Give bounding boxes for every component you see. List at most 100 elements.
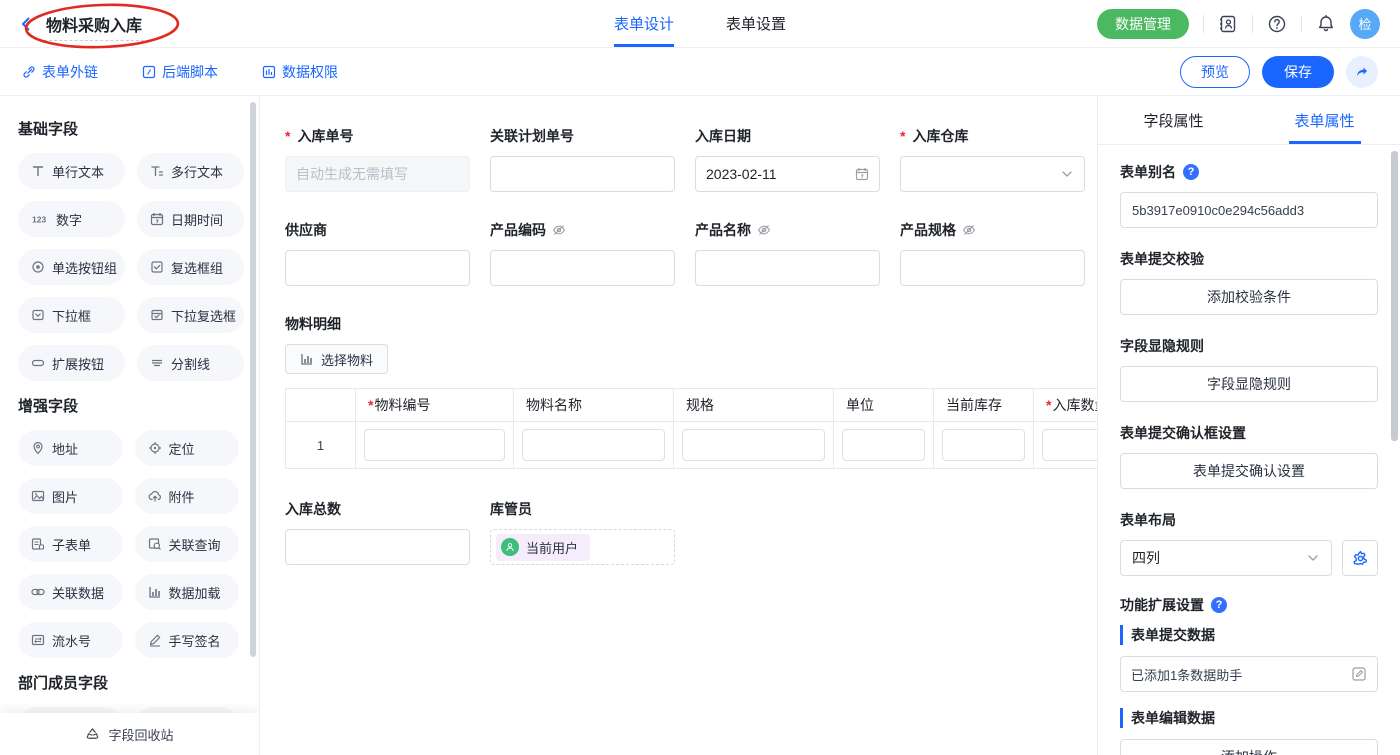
field-pill-signature[interactable]: 手写签名 bbox=[135, 622, 240, 658]
inbound-total-input[interactable] bbox=[285, 529, 470, 565]
unit-cell-input[interactable] bbox=[842, 429, 925, 461]
field-pill-linked-data[interactable]: 关联数据 bbox=[18, 574, 123, 610]
eye-off-icon bbox=[962, 223, 976, 237]
code-icon bbox=[142, 65, 156, 79]
field-pill-divider[interactable]: 分割线 bbox=[137, 345, 244, 381]
inbound-no-input[interactable]: 自动生成无需填写 bbox=[285, 156, 470, 192]
serial-number-icon bbox=[31, 633, 45, 647]
material-name-cell-input[interactable] bbox=[522, 429, 665, 461]
save-button[interactable]: 保存 bbox=[1262, 56, 1334, 88]
share-icon bbox=[1354, 64, 1370, 80]
field-inbound-total[interactable]: 入库总数 bbox=[285, 499, 470, 565]
select-material-button[interactable]: 选择物料 bbox=[285, 344, 388, 374]
inbound-warehouse-select[interactable] bbox=[900, 156, 1085, 192]
field-pill-image[interactable]: 图片 bbox=[18, 478, 123, 514]
panel-scrollbar[interactable] bbox=[1391, 151, 1398, 441]
required-asterisk: * bbox=[900, 128, 905, 144]
tab-field-properties[interactable]: 字段属性 bbox=[1098, 96, 1249, 144]
field-pill-address[interactable]: 地址 bbox=[18, 430, 123, 466]
top-header: 物料采购入库 表单设计 表单设置 数据管理 检 bbox=[0, 0, 1400, 48]
submit-confirm-label: 表单提交确认框设置 bbox=[1120, 423, 1378, 443]
divider bbox=[1252, 15, 1253, 33]
signature-icon bbox=[148, 633, 162, 647]
avatar[interactable]: 检 bbox=[1350, 9, 1380, 39]
field-pill-select[interactable]: 下拉框 bbox=[18, 297, 125, 333]
current-user-tag[interactable]: 当前用户 bbox=[496, 534, 590, 561]
product-spec-input[interactable] bbox=[900, 250, 1085, 286]
field-pill-checkbox-group[interactable]: 复选框组 bbox=[137, 249, 244, 285]
edit-icon[interactable] bbox=[1351, 666, 1367, 682]
backend-script-link[interactable]: 后端脚本 bbox=[142, 62, 218, 82]
panel-body: 表单别名 ? 5b3917e0910c0e294c56add3 表单提交校验 添… bbox=[1098, 145, 1400, 755]
eye-off-icon bbox=[552, 223, 566, 237]
back-button[interactable] bbox=[18, 16, 34, 32]
add-validation-button[interactable]: 添加校验条件 bbox=[1120, 279, 1378, 315]
field-product-spec[interactable]: 产品规格 bbox=[900, 220, 1085, 286]
data-permission-link[interactable]: 数据权限 bbox=[262, 62, 338, 82]
bell-icon[interactable] bbox=[1316, 14, 1336, 34]
warehouse-keeper-box[interactable]: 当前用户 bbox=[490, 529, 675, 565]
field-pill-single-line-text[interactable]: 单行文本 bbox=[18, 153, 125, 189]
tab-form-properties[interactable]: 表单属性 bbox=[1249, 96, 1400, 144]
layout-settings-button[interactable] bbox=[1342, 540, 1378, 576]
field-inbound-date[interactable]: 入库日期 2023-02-11 bbox=[695, 126, 880, 192]
field-pill-serial-number[interactable]: 流水号 bbox=[18, 622, 123, 658]
field-pill-multi-select[interactable]: 下拉复选框 bbox=[137, 297, 244, 333]
share-button[interactable] bbox=[1346, 56, 1378, 88]
field-inbound-no[interactable]: *入库单号 自动生成无需填写 bbox=[285, 126, 470, 192]
subform-material-detail[interactable]: 物料明细 选择物料 *物料编号 物料名称 规格 单位 当前库存 *入库数量 bbox=[285, 314, 1087, 469]
help-icon[interactable] bbox=[1267, 14, 1287, 34]
field-inbound-warehouse[interactable]: *入库仓库 bbox=[900, 126, 1085, 192]
spec-cell-input[interactable] bbox=[682, 429, 825, 461]
field-pill-data-load[interactable]: 数据加载 bbox=[135, 574, 240, 610]
help-circle-icon[interactable]: ? bbox=[1211, 597, 1227, 613]
col-material-name: 物料名称 bbox=[514, 389, 674, 422]
product-name-input[interactable] bbox=[695, 250, 880, 286]
field-product-name[interactable]: 产品名称 bbox=[695, 220, 880, 286]
supplier-input[interactable] bbox=[285, 250, 470, 286]
form-external-link[interactable]: 表单外链 bbox=[22, 62, 98, 82]
form-alias-input[interactable]: 5b3917e0910c0e294c56add3 bbox=[1120, 192, 1378, 228]
field-visibility-button[interactable]: 字段显隐规则 bbox=[1120, 366, 1378, 402]
section-title: 部门成员字段 bbox=[18, 672, 239, 693]
submit-data-label: 表单提交数据 bbox=[1120, 625, 1378, 645]
current-stock-cell-input[interactable] bbox=[942, 429, 1025, 461]
page-title[interactable]: 物料采购入库 bbox=[44, 16, 144, 41]
field-pill-attachment[interactable]: 附件 bbox=[135, 478, 240, 514]
field-pill-number[interactable]: 数字 bbox=[18, 201, 125, 237]
help-circle-icon[interactable]: ? bbox=[1183, 164, 1199, 180]
data-assistant-box[interactable]: 已添加1条数据助手 bbox=[1120, 656, 1378, 692]
data-load-icon bbox=[148, 585, 162, 599]
field-pill-subform[interactable]: 子表单 bbox=[18, 526, 123, 562]
field-pill-multi-line-text[interactable]: 多行文本 bbox=[137, 153, 244, 189]
field-pill-location[interactable]: 定位 bbox=[135, 430, 240, 466]
field-recycle-bin[interactable]: 字段回收站 bbox=[0, 713, 259, 755]
col-unit: 单位 bbox=[834, 389, 934, 422]
form-layout-label: 表单布局 bbox=[1120, 510, 1378, 530]
material-code-cell-input[interactable] bbox=[364, 429, 505, 461]
related-plan-no-input[interactable] bbox=[490, 156, 675, 192]
field-warehouse-keeper[interactable]: 库管员 当前用户 bbox=[490, 499, 675, 565]
field-pill-linked-query[interactable]: 关联查询 bbox=[135, 526, 240, 562]
add-operation-button[interactable]: 添加操作 bbox=[1120, 739, 1378, 755]
field-product-code[interactable]: 产品编码 bbox=[490, 220, 675, 286]
field-pill-datetime[interactable]: 日期时间 bbox=[137, 201, 244, 237]
field-pill-radio-group[interactable]: 单选按钮组 bbox=[18, 249, 125, 285]
tab-form-settings[interactable]: 表单设置 bbox=[726, 0, 786, 47]
submit-confirm-button[interactable]: 表单提交确认设置 bbox=[1120, 453, 1378, 489]
field-pill-extend-button[interactable]: 扩展按钮 bbox=[18, 345, 125, 381]
inbound-date-input[interactable]: 2023-02-11 bbox=[695, 156, 880, 192]
form-layout-select[interactable]: 四列 bbox=[1120, 540, 1332, 576]
preview-button[interactable]: 预览 bbox=[1180, 56, 1250, 88]
field-supplier[interactable]: 供应商 bbox=[285, 220, 470, 286]
multi-line-text-icon bbox=[150, 164, 164, 178]
product-code-input[interactable] bbox=[490, 250, 675, 286]
inbound-qty-cell-input[interactable] bbox=[1042, 429, 1097, 461]
contacts-icon[interactable] bbox=[1218, 14, 1238, 34]
field-sidebar: 基础字段 单行文本 多行文本 数字 日期时间 单选按钮组 复选框组 下拉框 下拉… bbox=[0, 96, 260, 755]
field-related-plan-no[interactable]: 关联计划单号 bbox=[490, 126, 675, 192]
data-manage-button[interactable]: 数据管理 bbox=[1097, 9, 1189, 39]
sidebar-scrollbar[interactable] bbox=[250, 102, 256, 657]
form-canvas[interactable]: *入库单号 自动生成无需填写 关联计划单号 入库日期 2023-02-11 *入… bbox=[260, 96, 1097, 755]
tab-form-design[interactable]: 表单设计 bbox=[614, 0, 674, 47]
